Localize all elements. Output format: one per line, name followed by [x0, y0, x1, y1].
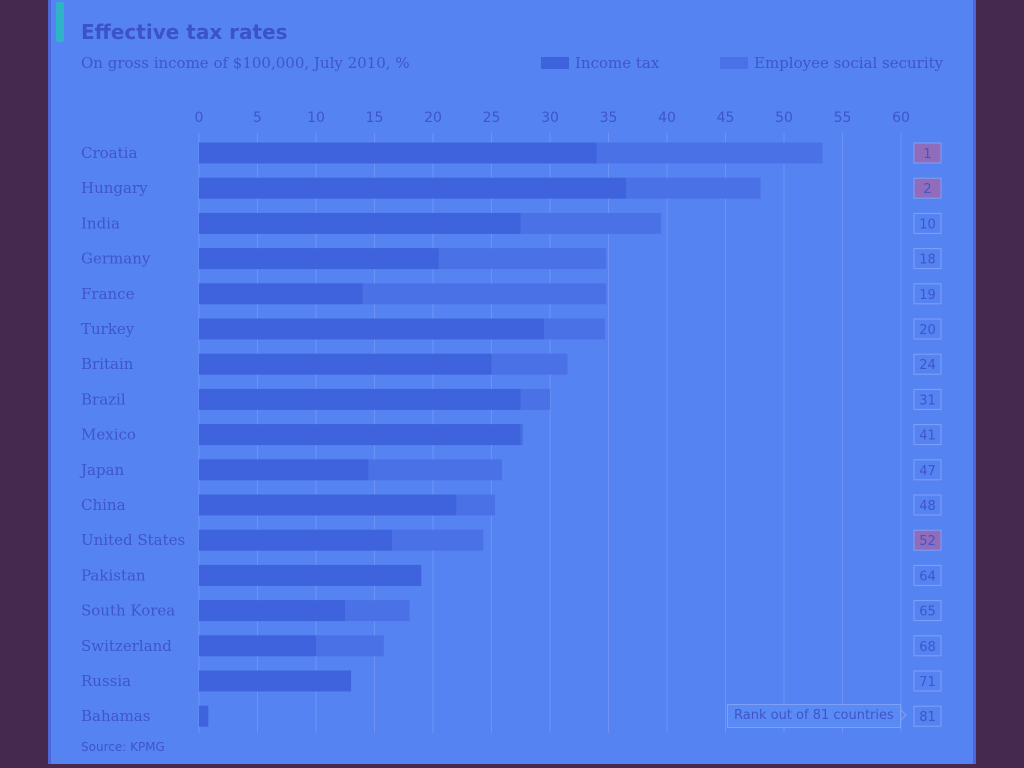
- x-tick-label-30: 30: [541, 110, 559, 126]
- x-tick-label-25: 25: [483, 110, 501, 126]
- rank-note: Rank out of 81 countries: [727, 704, 901, 728]
- rank-label-germany: 18: [919, 253, 936, 268]
- rank-label-russia: 71: [919, 675, 936, 690]
- category-label-hungary: Hungary: [81, 179, 148, 197]
- rank-label-bahamas: 81: [919, 710, 936, 725]
- bar-germany-income-tax: [199, 248, 439, 270]
- source-note: Source: KPMG: [81, 740, 165, 754]
- category-label-germany: Germany: [81, 250, 151, 268]
- bar-china-social-security: [456, 494, 496, 516]
- bar-france-income-tax: [199, 283, 363, 305]
- x-tick-label-60: 60: [892, 110, 910, 126]
- bar-turkey-income-tax: [199, 318, 545, 340]
- category-label-south-korea: South Korea: [81, 602, 175, 620]
- bar-france-social-security: [362, 283, 607, 305]
- category-label-russia: Russia: [81, 672, 131, 690]
- bar-switzerland-income-tax: [199, 635, 316, 657]
- rank-label-britain: 24: [919, 358, 936, 373]
- category-label-turkey: Turkey: [81, 320, 135, 338]
- bar-russia-income-tax: [199, 670, 352, 692]
- bar-brazil-social-security: [520, 388, 550, 410]
- category-label-croatia: Croatia: [81, 144, 137, 162]
- x-tick-label-10: 10: [307, 110, 325, 126]
- category-label-mexico: Mexico: [81, 426, 136, 444]
- category-label-brazil: Brazil: [81, 390, 126, 408]
- bar-south-korea-social-security: [345, 600, 410, 622]
- bar-united-states-social-security: [392, 529, 484, 551]
- category-label-india: India: [81, 214, 120, 232]
- bar-south-korea-income-tax: [199, 600, 346, 622]
- rank-label-south-korea: 65: [919, 605, 936, 620]
- rank-label-mexico: 41: [919, 429, 936, 444]
- category-label-france: France: [81, 285, 135, 303]
- bar-hungary-social-security: [626, 177, 761, 199]
- x-tick-label-55: 55: [834, 110, 852, 126]
- category-label-pakistan: Pakistan: [81, 566, 146, 584]
- bar-pakistan-income-tax: [199, 564, 422, 586]
- category-label-bahamas: Bahamas: [81, 707, 150, 725]
- rank-label-china: 48: [919, 499, 936, 514]
- bar-hungary-income-tax: [199, 177, 627, 199]
- rank-label-united-states: 52: [919, 534, 936, 549]
- bar-india-income-tax: [199, 212, 521, 234]
- rank-label-hungary: 2: [923, 182, 931, 197]
- bar-croatia-social-security: [596, 142, 823, 164]
- rank-label-croatia: 1: [923, 147, 931, 162]
- bar-chart: 0 5 10 15 20 25 30 35 40 45 50 55 60 Croatia 1 Hungary 2…: [79, 110, 942, 733]
- bar-germany-social-security: [438, 248, 607, 270]
- bar-japan-income-tax: [199, 459, 369, 481]
- category-label-united-states: United States: [81, 531, 185, 549]
- bar-japan-social-security: [368, 459, 503, 481]
- x-tick-label-50: 50: [775, 110, 793, 126]
- bar-turkey-social-security: [544, 318, 605, 340]
- bar-brazil-income-tax: [199, 388, 521, 410]
- rank-label-france: 19: [919, 288, 936, 303]
- rank-label-brazil: 31: [919, 393, 936, 408]
- bar-bahamas-income-tax: [199, 705, 209, 727]
- x-tick-label-0: 0: [195, 110, 204, 126]
- bar-croatia-income-tax: [199, 142, 597, 164]
- rank-label-india: 10: [919, 217, 936, 232]
- bar-mexico-social-security: [520, 424, 524, 446]
- bar-india-social-security: [520, 212, 662, 234]
- rank-label-japan: 47: [919, 464, 936, 479]
- rank-label-switzerland: 68: [919, 640, 936, 655]
- bar-united-states-income-tax: [199, 529, 393, 551]
- category-label-china: China: [81, 496, 126, 514]
- bar-britain-income-tax: [199, 353, 492, 375]
- x-tick-label-35: 35: [600, 110, 618, 126]
- rank-label-turkey: 20: [919, 323, 936, 338]
- rank-label-pakistan: 64: [919, 569, 936, 584]
- x-tick-label-20: 20: [424, 110, 442, 126]
- bar-switzerland-social-security: [316, 635, 384, 657]
- x-tick-label-40: 40: [658, 110, 676, 126]
- category-label-britain: Britain: [81, 355, 134, 373]
- x-tick-label-5: 5: [253, 110, 262, 126]
- x-tick-label-45: 45: [717, 110, 735, 126]
- category-label-japan: Japan: [79, 461, 125, 479]
- bar-mexico-income-tax: [199, 424, 521, 446]
- category-label-switzerland: Switzerland: [81, 637, 172, 655]
- bar-britain-social-security: [491, 353, 568, 375]
- bar-china-income-tax: [199, 494, 457, 516]
- x-tick-label-15: 15: [366, 110, 384, 126]
